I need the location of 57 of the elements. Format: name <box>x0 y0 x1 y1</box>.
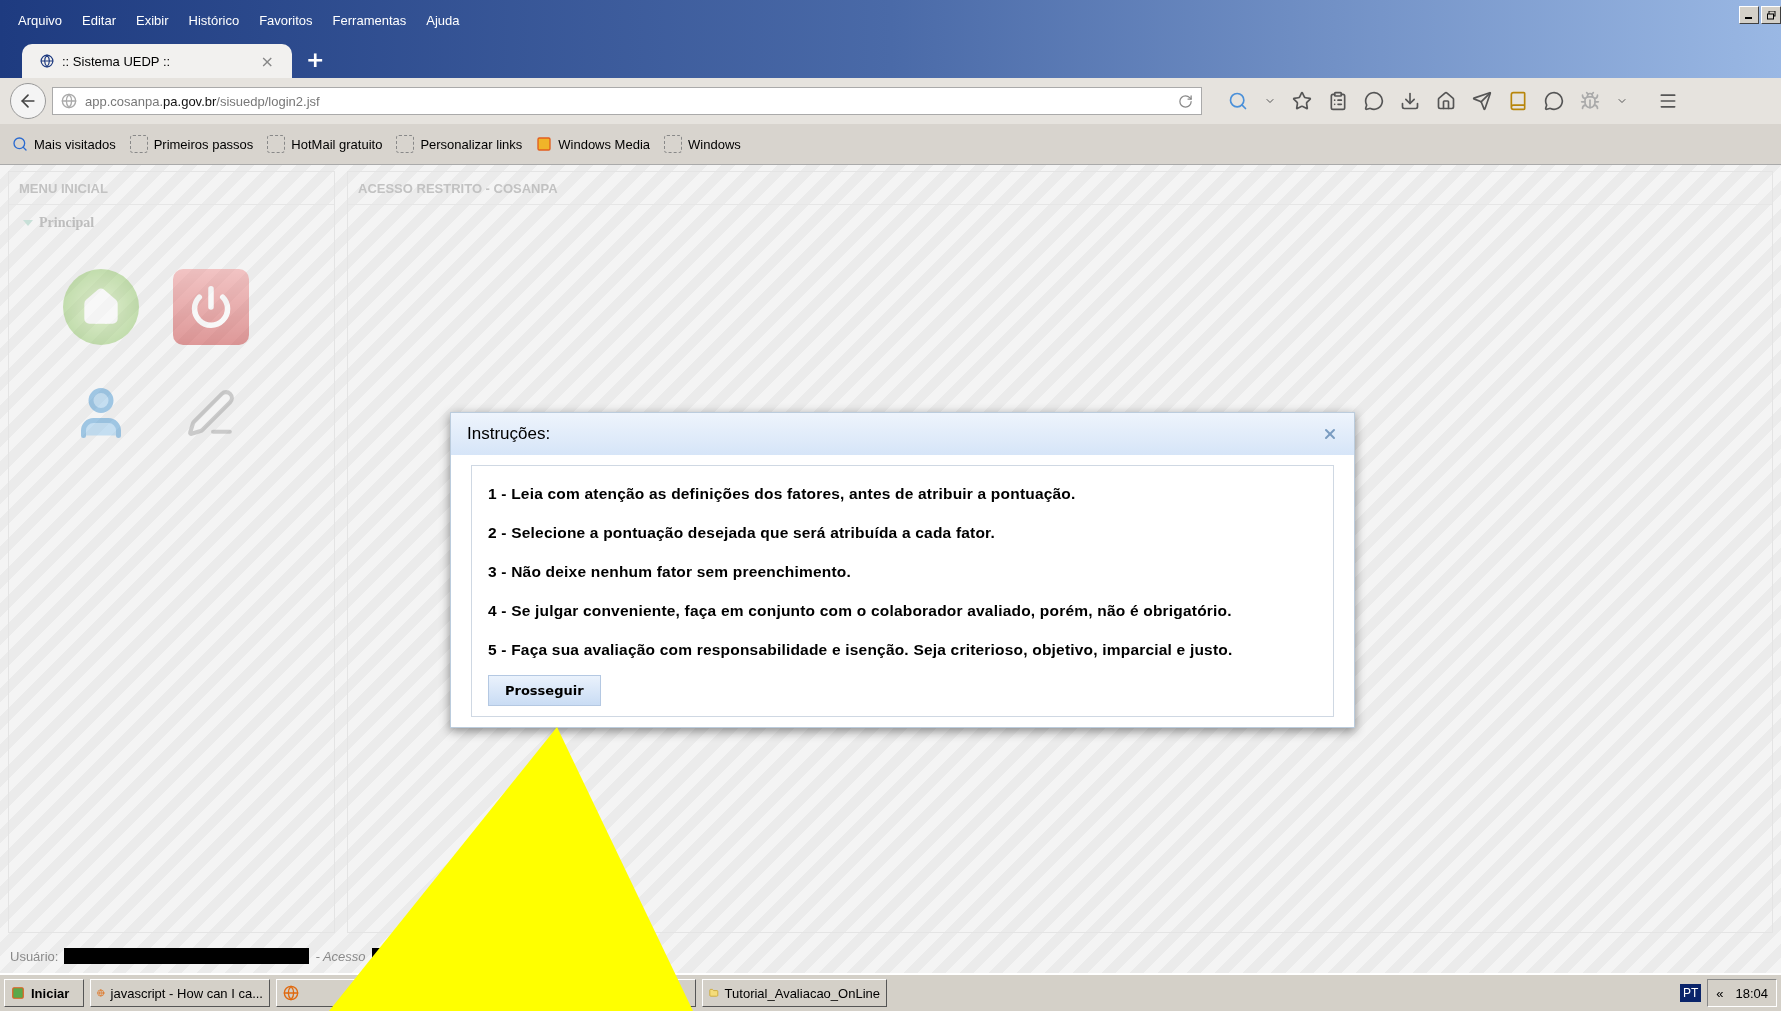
page-icon <box>267 135 286 153</box>
browser-tab[interactable]: :: Sistema UEDP :: × <box>22 44 292 78</box>
page-icon <box>664 135 683 153</box>
bookmark-link[interactable]: Primeiros passos <box>129 135 254 153</box>
new-tab-button[interactable]: + <box>306 46 325 72</box>
menu-item[interactable]: Arquivo <box>18 12 63 28</box>
chat-icon[interactable] <box>1544 91 1564 111</box>
dialog-title: Instruções: <box>467 424 551 444</box>
taskbar-button[interactable]: Tutorial_Avaliacao_OnLine <box>702 979 887 1007</box>
browser-icon <box>283 985 299 1001</box>
clock: 18:04 <box>1735 985 1768 1001</box>
reload-icon[interactable] <box>1178 93 1193 109</box>
search-icon[interactable] <box>1228 91 1248 111</box>
bookmark-link[interactable]: Windows Media <box>536 136 651 152</box>
bookmark-link[interactable]: Windows <box>664 135 741 153</box>
menu-item[interactable]: Ajuda <box>426 12 460 28</box>
menu-item[interactable]: Exibir <box>136 12 169 28</box>
back-button[interactable] <box>10 83 46 119</box>
bookmark-link[interactable]: Mais visitados <box>12 136 116 152</box>
menu-item[interactable]: Editar <box>82 12 117 28</box>
search-icon <box>12 136 28 152</box>
access-label: - Acesso <box>315 948 366 964</box>
address-field[interactable]: app.cosanpa.pa.gov.br/sisuedp/login2.jsf <box>52 87 1202 115</box>
taskbar-button[interactable]: javascript - How can I ca... <box>90 979 270 1007</box>
globe-icon <box>61 93 77 109</box>
language-indicator[interactable]: PT <box>1679 984 1702 1002</box>
restore-icon <box>1766 10 1776 20</box>
start-button[interactable]: Iniciar <box>4 979 84 1007</box>
bookmark-link[interactable]: Personalizar links <box>396 135 523 153</box>
menu-item[interactable]: Ferramentas <box>332 12 407 28</box>
instruction-text: 2 - Selecione a pontuação desejada que será atribuída a cada fator. <box>488 522 996 543</box>
instruction-text: 1 - Leia com atenção as definições dos fatores, antes de atribuir a pontuação. <box>488 483 1077 504</box>
menu-item[interactable]: Favoritos <box>259 12 313 28</box>
page-icon <box>396 135 415 153</box>
menu-item[interactable]: Histórico <box>188 12 240 28</box>
instruction-text: 5 - Faça sua avaliação com responsabilidade e isenção. Seja criterioso, objetivo, imparcial e justo. <box>488 639 1234 660</box>
power-icon[interactable] <box>173 269 249 345</box>
instruction-text: 3 - Não deixe nenhum fator sem preenchimento. <box>488 561 852 582</box>
close-icon[interactable] <box>1322 426 1338 442</box>
download-icon[interactable] <box>1400 91 1420 111</box>
site-icon <box>40 54 54 68</box>
bug-icon[interactable] <box>1580 91 1600 111</box>
star-icon[interactable] <box>1292 91 1312 111</box>
home-icon[interactable] <box>1436 91 1456 111</box>
proceed-button[interactable]: Prosseguir <box>488 675 601 706</box>
tab-title: :: Sistema UEDP :: <box>62 53 172 69</box>
instruction-text: 4 - Se julgar conveniente, faça em conjunto com o colaborador avaliado, porém, não é obrigatório. <box>488 600 1233 621</box>
clipboard-icon[interactable] <box>1328 91 1348 111</box>
bookmark-link[interactable]: HotMail gratuito <box>267 135 383 153</box>
expand-tray-button[interactable]: « <box>1716 985 1724 1001</box>
restore-button[interactable] <box>1761 6 1781 24</box>
book-icon[interactable] <box>1508 91 1528 111</box>
minimize-button[interactable] <box>1739 6 1759 24</box>
user-label: Usuário: <box>10 948 59 964</box>
menu-icon[interactable] <box>1658 91 1678 111</box>
paper-plane-icon[interactable] <box>1472 91 1492 111</box>
page-icon <box>129 135 148 153</box>
